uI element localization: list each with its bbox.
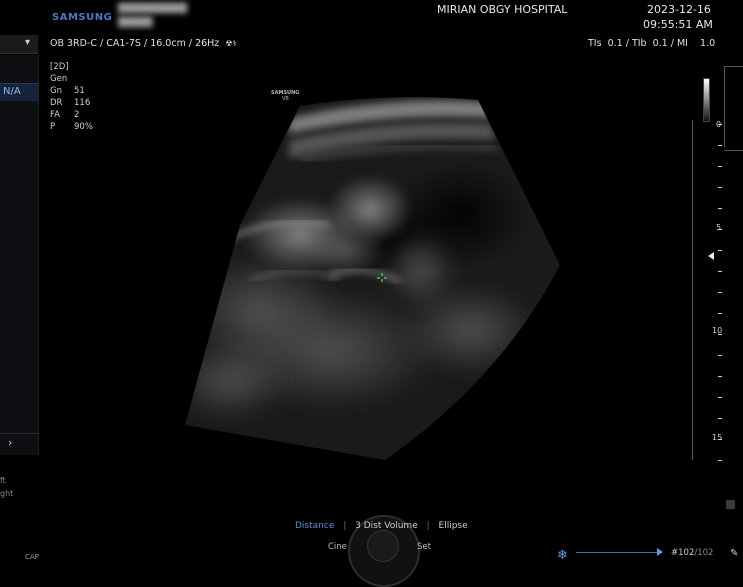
left-side-panel <box>0 55 39 455</box>
preset-dropdown[interactable]: ▾ <box>0 35 38 54</box>
scale-tick <box>718 187 722 188</box>
measurement-menu: Distance | 3 Dist Volume | Ellipse <box>295 521 468 531</box>
scale-label: 5 <box>716 223 722 232</box>
scale-label: 15 <box>712 433 723 442</box>
probe-settings-text: OB 3RD-C / CA1-7S / 16.0cm / 26Hz <box>50 38 220 49</box>
param-value: 2 <box>74 110 80 120</box>
image-marker-sub: VB <box>282 96 289 102</box>
frame-counter: #102/102 <box>671 548 713 558</box>
frame-total: /102 <box>694 548 714 558</box>
param-key: [2D] <box>50 62 69 72</box>
panel-expand-button[interactable]: › <box>0 433 38 454</box>
exam-date: 2023-12-16 <box>647 3 711 16</box>
side-label-right: ght <box>0 489 14 498</box>
probe-status-icons: ☢⚕ <box>225 39 237 48</box>
param-row: [2D] <box>50 62 69 72</box>
scale-tick <box>718 376 722 377</box>
param-value: 116 <box>74 98 91 108</box>
scale-tick <box>718 397 722 398</box>
menu-3-dist-volume[interactable]: 3 Dist Volume <box>355 521 418 531</box>
scale-tick <box>718 313 722 314</box>
scale-tick <box>718 355 722 356</box>
patient-id: █████ <box>118 18 153 28</box>
brand-logo: SAMSUNG <box>52 12 113 23</box>
param-row: Gn 51 <box>50 86 85 96</box>
thermal-mechanical-index: TIs 0.1 / TIb 0.1 / MI 1.0 <box>588 38 716 49</box>
grayscale-bar <box>703 78 710 122</box>
cine-button[interactable]: Cine <box>328 542 347 552</box>
menu-ellipse[interactable]: Ellipse <box>439 521 468 531</box>
scale-tick <box>718 145 722 146</box>
ultrasound-image <box>185 97 560 460</box>
annotation-icon[interactable]: ✎ <box>730 548 738 559</box>
menu-distance[interactable]: Distance <box>295 521 334 531</box>
param-key: Gen <box>50 74 68 84</box>
scale-tick <box>718 418 722 419</box>
scale-label: 10 <box>712 326 723 335</box>
exam-time: 09:55:51 AM <box>643 18 713 31</box>
param-value: 51 <box>74 86 85 96</box>
panel-item-na[interactable]: N/A <box>0 84 38 101</box>
chevron-down-icon: ▾ <box>24 37 30 48</box>
focus-marker-icon[interactable] <box>708 252 714 260</box>
param-row: DR 116 <box>50 98 90 108</box>
panel-toggle-button[interactable] <box>726 500 735 509</box>
param-key: DR <box>50 98 63 108</box>
scale-tick <box>718 271 722 272</box>
capture-button[interactable]: CAP <box>25 553 39 561</box>
scale-tick <box>718 292 722 293</box>
hospital-name: MIRIAN OBGY HOSPITAL <box>437 3 568 16</box>
set-button[interactable]: Set <box>417 542 431 552</box>
menu-separator: | <box>426 521 430 531</box>
focus-rule <box>692 120 693 460</box>
freeze-icon[interactable]: ❄ <box>557 548 568 563</box>
panel-item-na-label: N/A <box>3 86 21 97</box>
frame-current: #102 <box>671 548 695 558</box>
cine-slider-handle[interactable] <box>657 548 663 556</box>
trackball-center[interactable] <box>367 530 399 562</box>
menu-separator: | <box>343 521 347 531</box>
side-label-left: ft <box>0 476 6 485</box>
patient-name: ██████████ <box>118 4 188 14</box>
param-value: 90% <box>74 122 93 132</box>
param-row: Gen <box>50 74 67 84</box>
scale-label: 0 <box>716 120 722 129</box>
right-frame-mid <box>724 150 743 151</box>
probe-settings: OB 3RD-C / CA1-7S / 16.0cm / 26Hz ☢⚕ <box>50 38 237 49</box>
scale-tick <box>718 208 722 209</box>
scale-tick <box>718 250 722 251</box>
cine-slider-track[interactable] <box>576 552 662 553</box>
param-key: FA <box>50 110 60 120</box>
scale-tick <box>718 166 722 167</box>
right-frame-top <box>724 66 743 147</box>
param-row: FA 2 <box>50 110 79 120</box>
scale-tick <box>718 460 722 461</box>
param-key: P <box>50 122 56 132</box>
chevron-right-icon: › <box>8 436 13 449</box>
param-row: P 90% <box>50 122 93 132</box>
param-key: Gn <box>50 86 62 96</box>
